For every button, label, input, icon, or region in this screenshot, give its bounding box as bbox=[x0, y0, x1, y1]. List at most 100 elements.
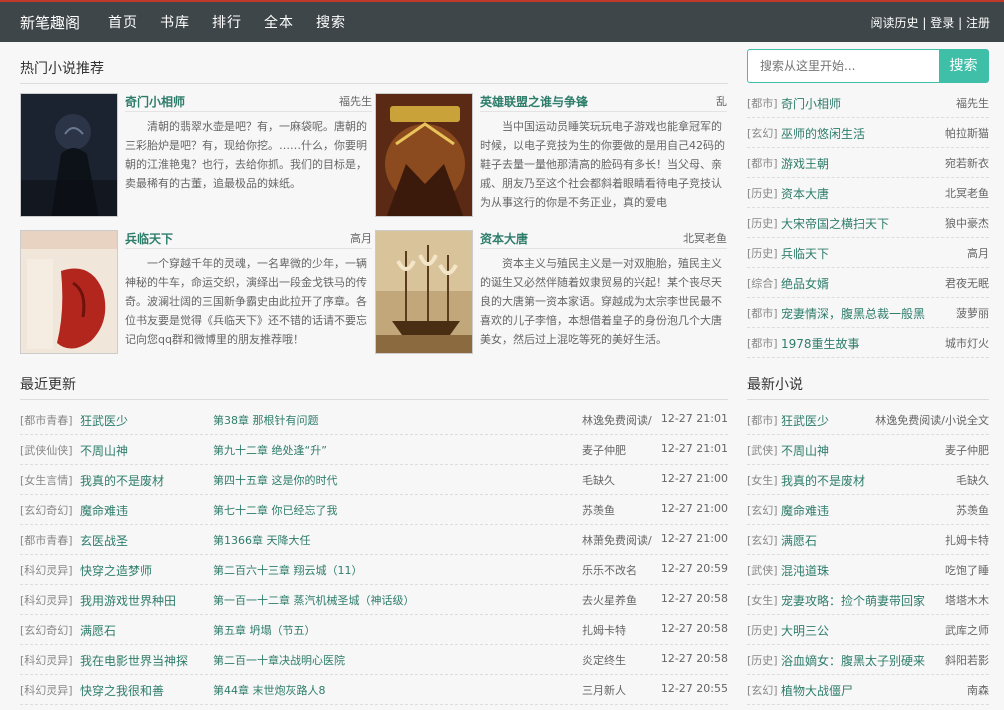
item-author[interactable]: 麦子仲肥 bbox=[945, 442, 989, 458]
row-book-title[interactable]: 玄医战圣 bbox=[80, 532, 128, 549]
item-author[interactable]: 苏羡鱼 bbox=[956, 502, 989, 518]
item-author[interactable]: 斜阳若影 bbox=[945, 652, 989, 668]
newest-list-item[interactable]: [女生] 我真的不是废材 毛缺久 bbox=[747, 465, 989, 495]
newest-list-item[interactable]: [玄幻] 魔命难违 苏羡鱼 bbox=[747, 495, 989, 525]
item-author[interactable]: 帕拉斯猫 bbox=[945, 125, 989, 141]
row-book-title[interactable]: 快穿之我很和善 bbox=[80, 682, 164, 699]
site-logo[interactable]: 新笔趣阁 bbox=[20, 12, 80, 33]
item-title[interactable]: 混沌道珠 bbox=[781, 562, 829, 579]
item-title[interactable]: 大明三公 bbox=[781, 622, 829, 639]
side-list-item[interactable]: [都市] 1978重生故事 城市灯火 bbox=[747, 328, 989, 358]
row-book-title[interactable]: 满愿石 bbox=[80, 622, 116, 639]
side-list-item[interactable]: [历史] 资本大唐 北冥老鱼 bbox=[747, 178, 989, 208]
nav-home[interactable]: 首页 bbox=[108, 12, 138, 32]
item-title[interactable]: 狂武医少 bbox=[781, 412, 829, 429]
item-title[interactable]: 不周山神 bbox=[781, 442, 829, 459]
item-title[interactable]: 1978重生故事 bbox=[781, 335, 860, 352]
row-book-title[interactable]: 不周山神 bbox=[80, 442, 128, 459]
item-author[interactable]: 菠萝丽 bbox=[956, 305, 989, 321]
side-list-item[interactable]: [都市] 游戏王朝 宛若新衣 bbox=[747, 148, 989, 178]
book-cover[interactable] bbox=[20, 93, 118, 217]
item-title[interactable]: 植物大战僵尸 bbox=[781, 682, 853, 699]
item-title[interactable]: 满愿石 bbox=[781, 532, 817, 549]
nav-ranking[interactable]: 排行 bbox=[212, 12, 242, 32]
item-title[interactable]: 兵临天下 bbox=[781, 245, 829, 262]
row-chapter-link[interactable]: 第二百一十章决战明心医院 bbox=[213, 652, 345, 668]
book-cover[interactable] bbox=[375, 230, 473, 354]
reading-history-link[interactable]: 阅读历史 bbox=[871, 16, 919, 30]
book-author[interactable]: 福先生 bbox=[339, 93, 372, 109]
newest-list-item[interactable]: [玄幻] 满愿石 扎姆卡特 bbox=[747, 525, 989, 555]
newest-list-item[interactable]: [历史] 浴血嫡女：腹黑太子别硬来 斜阳若影 bbox=[747, 645, 989, 675]
book-title[interactable]: 资本大唐 bbox=[480, 230, 528, 247]
item-title[interactable]: 宠妻情深，腹黑总裁一般黑 bbox=[781, 305, 925, 322]
row-chapter-link[interactable]: 第四十五章 这是你的时代 bbox=[213, 472, 338, 488]
item-title[interactable]: 宠妻攻略：捡个萌妻带回家 bbox=[781, 592, 925, 609]
row-book-title[interactable]: 狂武医少 bbox=[80, 412, 128, 429]
item-author[interactable]: 福先生 bbox=[956, 95, 989, 111]
row-chapter-link[interactable]: 第二百六十三章 翔云城（11） bbox=[213, 562, 363, 578]
item-author[interactable]: 武库之师 bbox=[945, 622, 989, 638]
book-author[interactable]: 乱 bbox=[716, 93, 727, 109]
item-title[interactable]: 奇门小相师 bbox=[781, 95, 841, 112]
item-title[interactable]: 绝品女婿 bbox=[781, 275, 829, 292]
item-author[interactable]: 扎姆卡特 bbox=[945, 532, 989, 548]
row-chapter-link[interactable]: 第1366章 天降大任 bbox=[213, 532, 311, 548]
newest-list-item[interactable]: [历史] 大明三公 武库之师 bbox=[747, 615, 989, 645]
item-author[interactable]: 南森 bbox=[967, 682, 989, 698]
row-chapter-link[interactable]: 第一百一十二章 蒸汽机械圣城（神话级） bbox=[213, 592, 415, 608]
row-chapter-link[interactable]: 第38章 那根针有问题 bbox=[213, 412, 319, 428]
book-author[interactable]: 高月 bbox=[350, 230, 372, 246]
side-list-item[interactable]: [玄幻] 巫师的悠闲生活 帕拉斯猫 bbox=[747, 118, 989, 148]
item-author[interactable]: 吃饱了睡 bbox=[945, 562, 989, 578]
item-author[interactable]: 宛若新衣 bbox=[945, 155, 989, 171]
search-button[interactable]: 搜索 bbox=[939, 50, 988, 82]
nav-completed[interactable]: 全本 bbox=[264, 12, 294, 32]
side-list-item[interactable]: [都市] 宠妻情深，腹黑总裁一般黑 菠萝丽 bbox=[747, 298, 989, 328]
row-book-title[interactable]: 我真的不是废材 bbox=[80, 472, 164, 489]
item-author[interactable]: 北冥老鱼 bbox=[945, 185, 989, 201]
side-list-item[interactable]: [综合] 绝品女婿 君夜无眠 bbox=[747, 268, 989, 298]
side-list-item[interactable]: [历史] 大宋帝国之横扫天下 狼中豪杰 bbox=[747, 208, 989, 238]
newest-list-item[interactable]: [女生] 宠妻攻略：捡个萌妻带回家 塔塔木木 bbox=[747, 585, 989, 615]
item-author[interactable]: 毛缺久 bbox=[956, 472, 989, 488]
row-chapter-link[interactable]: 第44章 末世炮灰路人8 bbox=[213, 682, 326, 698]
side-list-item[interactable]: [都市] 奇门小相师 福先生 bbox=[747, 88, 989, 118]
item-title[interactable]: 巫师的悠闲生活 bbox=[781, 125, 865, 142]
item-author[interactable]: 塔塔木木 bbox=[945, 592, 989, 608]
row-chapter-link[interactable]: 第九十二章 绝处逢“升” bbox=[213, 442, 327, 458]
register-link[interactable]: 注册 bbox=[966, 16, 990, 30]
item-author[interactable]: 林逸免费阅读/小说全文 bbox=[875, 412, 989, 428]
item-author[interactable]: 城市灯火 bbox=[945, 335, 989, 351]
book-cover[interactable] bbox=[375, 93, 473, 217]
nav-search[interactable]: 搜索 bbox=[316, 12, 346, 32]
item-author[interactable]: 高月 bbox=[967, 245, 989, 261]
side-list-item[interactable]: [历史] 兵临天下 高月 bbox=[747, 238, 989, 268]
row-book-title[interactable]: 我在电影世界当神探 bbox=[80, 652, 188, 669]
item-title[interactable]: 游戏王朝 bbox=[781, 155, 829, 172]
item-title[interactable]: 浴血嫡女：腹黑太子别硬来 bbox=[781, 652, 925, 669]
book-title[interactable]: 英雄联盟之谁与争锋 bbox=[480, 93, 588, 110]
search-input[interactable] bbox=[748, 50, 940, 82]
row-chapter-link[interactable]: 第五章 坍塌（节五） bbox=[213, 622, 316, 638]
newest-list-item[interactable]: [都市] 狂武医少 林逸免费阅读/小说全文 bbox=[747, 405, 989, 435]
item-title[interactable]: 我真的不是废材 bbox=[781, 472, 865, 489]
newest-list-item[interactable]: [玄幻] 植物大战僵尸 南森 bbox=[747, 675, 989, 705]
book-title[interactable]: 兵临天下 bbox=[125, 230, 173, 247]
row-book-title[interactable]: 快穿之造梦师 bbox=[80, 562, 152, 579]
row-chapter-link[interactable]: 第七十二章 你已经忘了我 bbox=[213, 502, 338, 518]
login-link[interactable]: 登录 bbox=[930, 16, 954, 30]
newest-list-item[interactable]: [武侠] 不周山神 麦子仲肥 bbox=[747, 435, 989, 465]
item-author[interactable]: 狼中豪杰 bbox=[945, 215, 989, 231]
nav-library[interactable]: 书库 bbox=[160, 12, 190, 32]
newest-list-item[interactable]: [武侠] 混沌道珠 吃饱了睡 bbox=[747, 555, 989, 585]
item-title[interactable]: 大宋帝国之横扫天下 bbox=[781, 215, 889, 232]
item-title[interactable]: 魔命难违 bbox=[781, 502, 829, 519]
book-author[interactable]: 北冥老鱼 bbox=[683, 230, 727, 246]
book-title[interactable]: 奇门小相师 bbox=[125, 93, 185, 110]
book-cover[interactable] bbox=[20, 230, 118, 354]
row-book-title[interactable]: 我用游戏世界种田 bbox=[80, 592, 176, 609]
row-book-title[interactable]: 魔命难违 bbox=[80, 502, 128, 519]
item-title[interactable]: 资本大唐 bbox=[781, 185, 829, 202]
item-author[interactable]: 君夜无眠 bbox=[945, 275, 989, 291]
